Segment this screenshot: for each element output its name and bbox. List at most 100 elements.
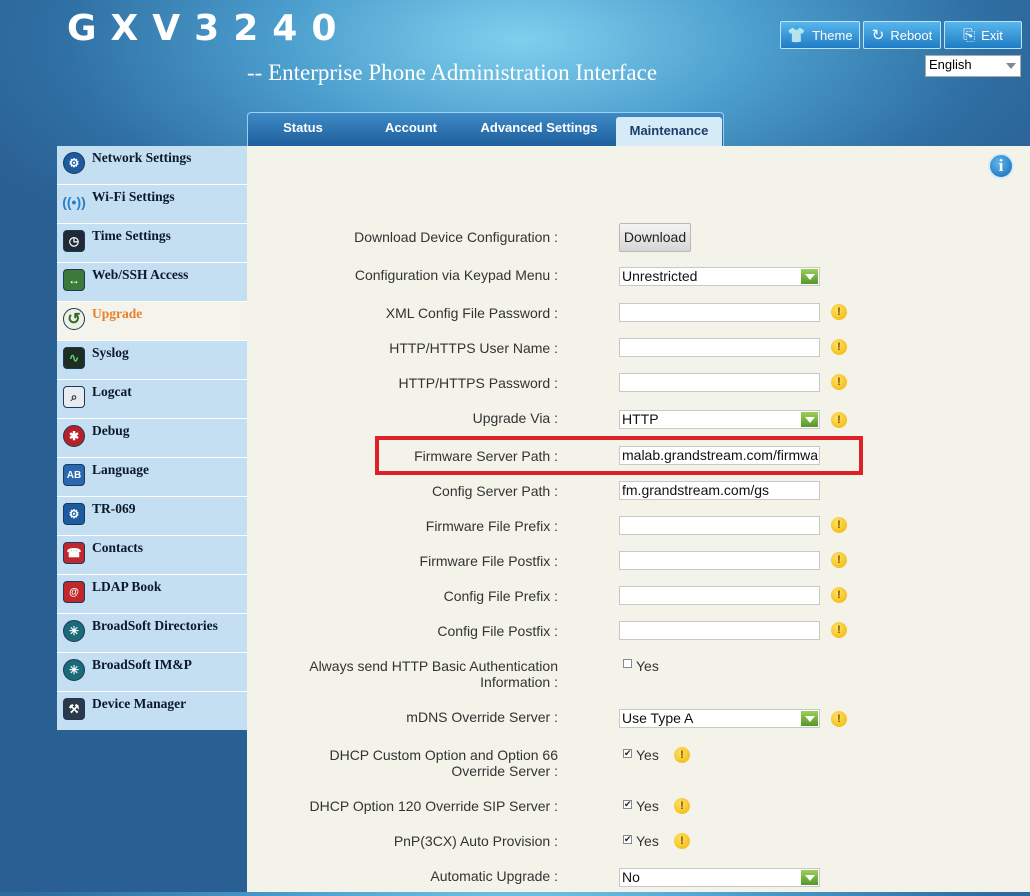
dhcp-option120-option: Yes <box>636 798 659 814</box>
http-password-input[interactable] <box>619 373 820 392</box>
automatic-upgrade-value: No <box>622 869 640 885</box>
row-dhcp-option120: DHCP Option 120 Override SIP Server : ✔ … <box>247 796 1030 826</box>
ldap-book-icon: @ <box>63 581 85 603</box>
http-user-name-input[interactable] <box>619 338 820 357</box>
sidebar-item-broadsoft-imp[interactable]: ✳ BroadSoft IM&P <box>57 653 247 692</box>
sidebar-item-upgrade[interactable]: ↺ Upgrade <box>57 302 247 341</box>
sidebar-item-contacts[interactable]: ☎ Contacts <box>57 536 247 575</box>
warning-icon[interactable]: ! <box>674 747 690 763</box>
sidebar-item-syslog[interactable]: ∿ Syslog <box>57 341 247 380</box>
warning-icon[interactable]: ! <box>674 833 690 849</box>
warning-icon[interactable]: ! <box>831 374 847 390</box>
config-postfix-input[interactable] <box>619 621 820 640</box>
chevron-down-icon <box>801 711 818 726</box>
chevron-down-icon <box>801 269 818 284</box>
row-xml-config-password: XML Config File Password : ! <box>247 302 1030 332</box>
row-http-user-name: HTTP/HTTPS User Name : ! <box>247 337 1030 367</box>
warning-icon[interactable]: ! <box>831 412 847 428</box>
device-manager-icon: ⚒ <box>63 698 85 720</box>
chevron-down-icon <box>801 412 818 427</box>
sidebar-item-language[interactable]: AB Language <box>57 458 247 497</box>
sidebar-item-label: Time Settings <box>92 228 171 243</box>
automatic-upgrade-select[interactable]: No <box>619 868 820 887</box>
upgrade-via-label: Upgrade Via : <box>472 410 558 426</box>
upgrade-icon: ↺ <box>63 308 85 330</box>
sidebar-item-logcat[interactable]: ⌕ Logcat <box>57 380 247 419</box>
monitor-icon: ↔ <box>63 269 85 291</box>
sidebar-item-label: BroadSoft Directories <box>92 618 218 633</box>
warning-icon[interactable]: ! <box>831 304 847 320</box>
pnp-3cx-checkbox[interactable]: ✔ <box>623 835 632 844</box>
http-basic-auth-checkbox[interactable] <box>623 659 632 668</box>
tab-status[interactable]: Status <box>258 113 348 146</box>
dhcp-option66-checkbox[interactable]: ✔ <box>623 749 632 758</box>
exit-button[interactable]: ⎘ Exit <box>944 21 1022 49</box>
download-button[interactable]: Download <box>619 223 691 252</box>
sidebar-item-web-ssh-access[interactable]: ↔ Web/SSH Access <box>57 263 247 302</box>
language-select[interactable]: English <box>925 55 1021 77</box>
sidebar-item-label: Wi-Fi Settings <box>92 189 175 204</box>
sidebar-item-broadsoft-directories[interactable]: ✳ BroadSoft Directories <box>57 614 247 653</box>
config-keypad-menu-label: Configuration via Keypad Menu : <box>354 267 558 283</box>
wifi-icon: ((•)) <box>62 194 86 210</box>
tab-advanced-settings[interactable]: Advanced Settings <box>470 113 608 146</box>
warning-icon[interactable]: ! <box>831 517 847 533</box>
dhcp-option66-option: Yes <box>636 747 659 763</box>
sidebar-item-debug[interactable]: ✱ Debug <box>57 419 247 458</box>
row-config-prefix: Config File Prefix : ! <box>247 585 1030 615</box>
dhcp-option66-label-line2: Override Server : <box>451 763 558 779</box>
row-dhcp-option66: DHCP Custom Option and Option 66 Overrid… <box>247 745 1030 785</box>
sidebar-item-network-settings[interactable]: ⚙ Network Settings <box>57 146 247 185</box>
dhcp-option120-checkbox[interactable]: ✔ <box>623 800 632 809</box>
chevron-down-icon <box>801 870 818 885</box>
row-http-password: HTTP/HTTPS Password : ! <box>247 372 1030 402</box>
info-icon[interactable]: i <box>988 153 1014 179</box>
sidebar-item-label: Logcat <box>92 384 132 399</box>
http-user-name-label: HTTP/HTTPS User Name : <box>389 340 558 356</box>
sidebar-item-wifi-settings[interactable]: ((•)) Wi-Fi Settings <box>57 185 247 224</box>
warning-icon[interactable]: ! <box>831 711 847 727</box>
sidebar-item-tr-069[interactable]: ⚙ TR-069 <box>57 497 247 536</box>
xml-config-password-input[interactable] <box>619 303 820 322</box>
sidebar-item-label: Upgrade <box>92 306 143 321</box>
mdns-override-select[interactable]: Use Type A <box>619 709 820 728</box>
upgrade-via-select[interactable]: HTTP <box>619 410 820 429</box>
reboot-button[interactable]: ↻ Reboot <box>863 21 941 49</box>
row-http-basic-auth: Always send HTTP Basic Authentication In… <box>247 656 1030 696</box>
network-icon: ⚙ <box>63 152 85 174</box>
sidebar-item-label: Contacts <box>92 540 143 555</box>
row-firmware-postfix: Firmware File Postfix : ! <box>247 550 1030 580</box>
chevron-down-icon <box>1006 63 1016 69</box>
config-server-path-input[interactable]: fm.grandstream.com/gs <box>619 481 820 500</box>
warning-icon[interactable]: ! <box>831 552 847 568</box>
mdns-override-label: mDNS Override Server : <box>406 709 558 725</box>
warning-icon[interactable]: ! <box>831 622 847 638</box>
config-prefix-input[interactable] <box>619 586 820 605</box>
theme-button[interactable]: 👕 Theme <box>780 21 860 49</box>
sidebar-item-label: Device Manager <box>92 696 187 711</box>
contacts-icon: ☎ <box>63 542 85 564</box>
config-keypad-menu-value: Unrestricted <box>622 268 698 284</box>
row-pnp-3cx: PnP(3CX) Auto Provision : ✔ Yes ! <box>247 831 1030 861</box>
sidebar-item-ldap-book[interactable]: @ LDAP Book <box>57 575 247 614</box>
tab-maintenance[interactable]: Maintenance <box>616 117 722 147</box>
bug-icon: ✱ <box>63 425 85 447</box>
config-prefix-label: Config File Prefix : <box>443 588 558 604</box>
sidebar-item-label: Syslog <box>92 345 129 360</box>
sidebar-item-label: Language <box>92 462 150 477</box>
warning-icon[interactable]: ! <box>831 339 847 355</box>
tab-account[interactable]: Account <box>366 113 456 146</box>
firmware-prefix-input[interactable] <box>619 516 820 535</box>
sidebar-item-time-settings[interactable]: ◷ Time Settings <box>57 224 247 263</box>
pnp-3cx-label: PnP(3CX) Auto Provision : <box>393 833 558 849</box>
syslog-icon: ∿ <box>63 347 85 369</box>
language-select-value: English <box>929 57 972 72</box>
shirt-icon: 👕 <box>787 27 807 44</box>
config-keypad-menu-select[interactable]: Unrestricted <box>619 267 820 286</box>
tr069-icon: ⚙ <box>63 503 85 525</box>
firmware-postfix-input[interactable] <box>619 551 820 570</box>
warning-icon[interactable]: ! <box>831 587 847 603</box>
exit-icon: ⎘ <box>963 26 976 44</box>
sidebar-item-device-manager[interactable]: ⚒ Device Manager <box>57 692 247 730</box>
warning-icon[interactable]: ! <box>674 798 690 814</box>
